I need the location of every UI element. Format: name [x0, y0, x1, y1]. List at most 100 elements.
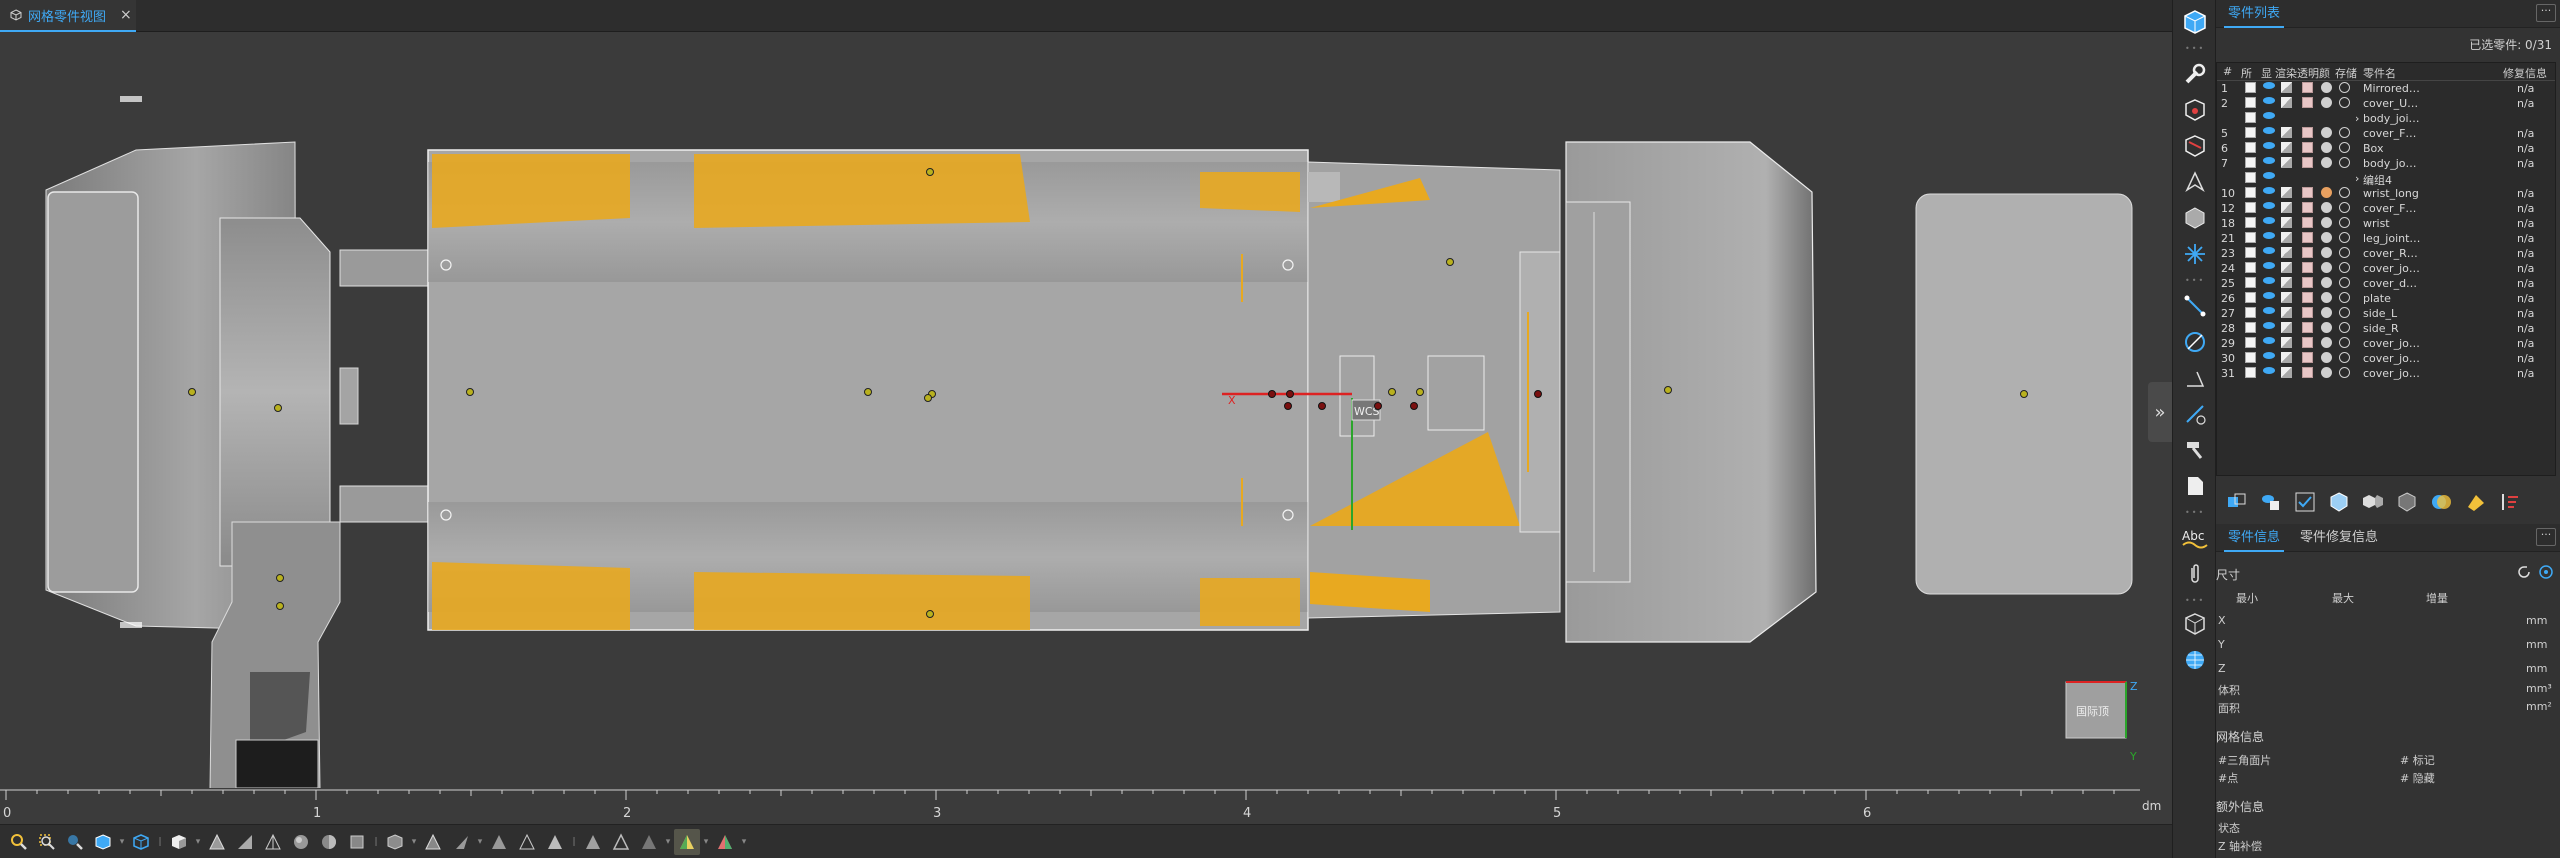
mesh-edge-icon[interactable]	[420, 829, 446, 855]
view-cube-icon[interactable]	[128, 829, 154, 855]
paperclip-icon[interactable]	[2179, 558, 2211, 590]
table-row[interactable]: 10 wrist_long n/a	[2217, 186, 2555, 201]
dropdown-icon[interactable]: ▾	[410, 829, 418, 855]
eye-icon[interactable]	[2263, 97, 2275, 104]
eye-icon[interactable]	[2263, 112, 2275, 119]
refresh-icon[interactable]	[2516, 564, 2532, 584]
eye-icon[interactable]	[2263, 277, 2275, 284]
tab-parts-list[interactable]: 零件列表	[2224, 0, 2285, 28]
render-cube-icon[interactable]	[2281, 127, 2292, 138]
transparency-icon[interactable]	[2302, 127, 2313, 138]
transparency-icon[interactable]	[2302, 337, 2313, 348]
circle-icon[interactable]	[2179, 326, 2211, 358]
render-cube-icon[interactable]	[2281, 202, 2292, 213]
table-row[interactable]: 21 leg_joint… n/a	[2217, 231, 2555, 246]
row-checkbox[interactable]	[2245, 307, 2256, 318]
color-swatch-icon[interactable]	[2321, 97, 2332, 108]
render-cube-icon[interactable]	[2281, 82, 2292, 93]
tri-outline-icon[interactable]	[608, 829, 634, 855]
storage-icon[interactable]	[2339, 142, 2350, 153]
eye-icon[interactable]	[2263, 322, 2275, 329]
color-swatch-icon[interactable]	[2321, 352, 2332, 363]
wrench-icon[interactable]	[2179, 58, 2211, 90]
color-swatch-icon[interactable]	[2321, 292, 2332, 303]
col-color[interactable]: 颜	[2319, 65, 2330, 81]
abc-text-icon[interactable]: Abc	[2179, 522, 2211, 554]
transparency-icon[interactable]	[2302, 352, 2313, 363]
tri-wire-icon[interactable]	[260, 829, 286, 855]
row-checkbox[interactable]	[2245, 142, 2256, 153]
eye-icon[interactable]	[2263, 262, 2275, 269]
table-row[interactable]: › 编组4	[2217, 171, 2555, 187]
color-swatch-icon[interactable]	[2321, 127, 2332, 138]
table-row[interactable]: 5 cover_F… n/a	[2217, 126, 2555, 141]
storage-icon[interactable]	[2339, 232, 2350, 243]
eye-icon[interactable]	[2263, 217, 2275, 224]
render-cube-icon[interactable]	[2281, 247, 2292, 258]
color-swatch-icon[interactable]	[2321, 247, 2332, 258]
transparency-icon[interactable]	[2302, 97, 2313, 108]
transparency-icon[interactable]	[2302, 202, 2313, 213]
storage-icon[interactable]	[2339, 352, 2350, 363]
storage-icon[interactable]	[2339, 217, 2350, 228]
render-cube-icon[interactable]	[2281, 232, 2292, 243]
parts-table[interactable]: # 所 显 渲染 透明 颜 存储 零件名 修复信息 1 Mirrored… n/a 2…	[2216, 62, 2556, 476]
row-checkbox[interactable]	[2245, 262, 2256, 273]
transparency-icon[interactable]	[2302, 262, 2313, 273]
table-row[interactable]: 29 cover_jo… n/a	[2217, 336, 2555, 351]
table-row[interactable]: 30 cover_jo… n/a	[2217, 351, 2555, 366]
row-checkbox[interactable]	[2245, 292, 2256, 303]
col-show[interactable]: 显	[2261, 65, 2272, 81]
row-checkbox[interactable]	[2245, 202, 2256, 213]
storage-icon[interactable]	[2339, 262, 2350, 273]
document-icon[interactable]	[2179, 470, 2211, 502]
render-cube-icon[interactable]	[2281, 307, 2292, 318]
row-checkbox[interactable]	[2245, 277, 2256, 288]
render-cube-icon[interactable]	[2281, 217, 2292, 228]
tri-shaded-icon[interactable]	[204, 829, 230, 855]
eye-icon[interactable]	[2263, 307, 2275, 314]
render-cube-icon[interactable]	[2281, 292, 2292, 303]
row-checkbox[interactable]	[2245, 337, 2256, 348]
eye-icon[interactable]	[2263, 187, 2275, 194]
table-row[interactable]: 23 cover_R… n/a	[2217, 246, 2555, 261]
color-swatch-icon[interactable]	[2321, 262, 2332, 273]
color-swatch-icon[interactable]	[2321, 82, 2332, 93]
col-num[interactable]: #	[2223, 65, 2232, 78]
table-row[interactable]: 26 plate n/a	[2217, 291, 2555, 306]
tri-plain-icon[interactable]	[580, 829, 606, 855]
render-cube-icon[interactable]	[2281, 187, 2292, 198]
row-checkbox[interactable]	[2245, 157, 2256, 168]
storage-icon[interactable]	[2339, 337, 2350, 348]
transparency-icon[interactable]	[2302, 292, 2313, 303]
parts-cubes-icon[interactable]	[2360, 489, 2386, 515]
parts-check-icon[interactable]	[2292, 489, 2318, 515]
eye-icon[interactable]	[2263, 202, 2275, 209]
storage-icon[interactable]	[2339, 127, 2350, 138]
mesh-select-icon[interactable]	[448, 829, 474, 855]
color-swatch-icon[interactable]	[2321, 307, 2332, 318]
box-outline-icon[interactable]	[344, 829, 370, 855]
storage-icon[interactable]	[2339, 202, 2350, 213]
row-checkbox[interactable]	[2245, 367, 2256, 378]
eye-icon[interactable]	[2263, 127, 2275, 134]
angle-icon[interactable]	[2179, 362, 2211, 394]
color-swatch-icon[interactable]	[2321, 277, 2332, 288]
cube-gray-icon[interactable]	[382, 829, 408, 855]
mesh-split-icon[interactable]	[486, 829, 512, 855]
collapse-panel-button[interactable]: »	[2148, 382, 2172, 442]
eye-icon[interactable]	[2263, 232, 2275, 239]
parts-hidden-icon[interactable]	[2394, 489, 2420, 515]
storage-icon[interactable]	[2339, 367, 2350, 378]
table-row[interactable]: 7 body_jo… n/a	[2217, 156, 2555, 171]
wire-box-icon[interactable]	[2179, 608, 2211, 640]
eye-icon[interactable]	[2263, 157, 2275, 164]
mesh-scene[interactable]: X WCS 国际顶 Z Y	[0, 32, 2172, 788]
storage-icon[interactable]	[2339, 97, 2350, 108]
transparency-icon[interactable]	[2302, 277, 2313, 288]
close-icon[interactable]: ×	[120, 7, 132, 23]
col-repair-info[interactable]: 修复信息	[2503, 65, 2547, 81]
star-burst-icon[interactable]	[2179, 238, 2211, 270]
storage-icon[interactable]	[2339, 322, 2350, 333]
transparency-icon[interactable]	[2302, 187, 2313, 198]
